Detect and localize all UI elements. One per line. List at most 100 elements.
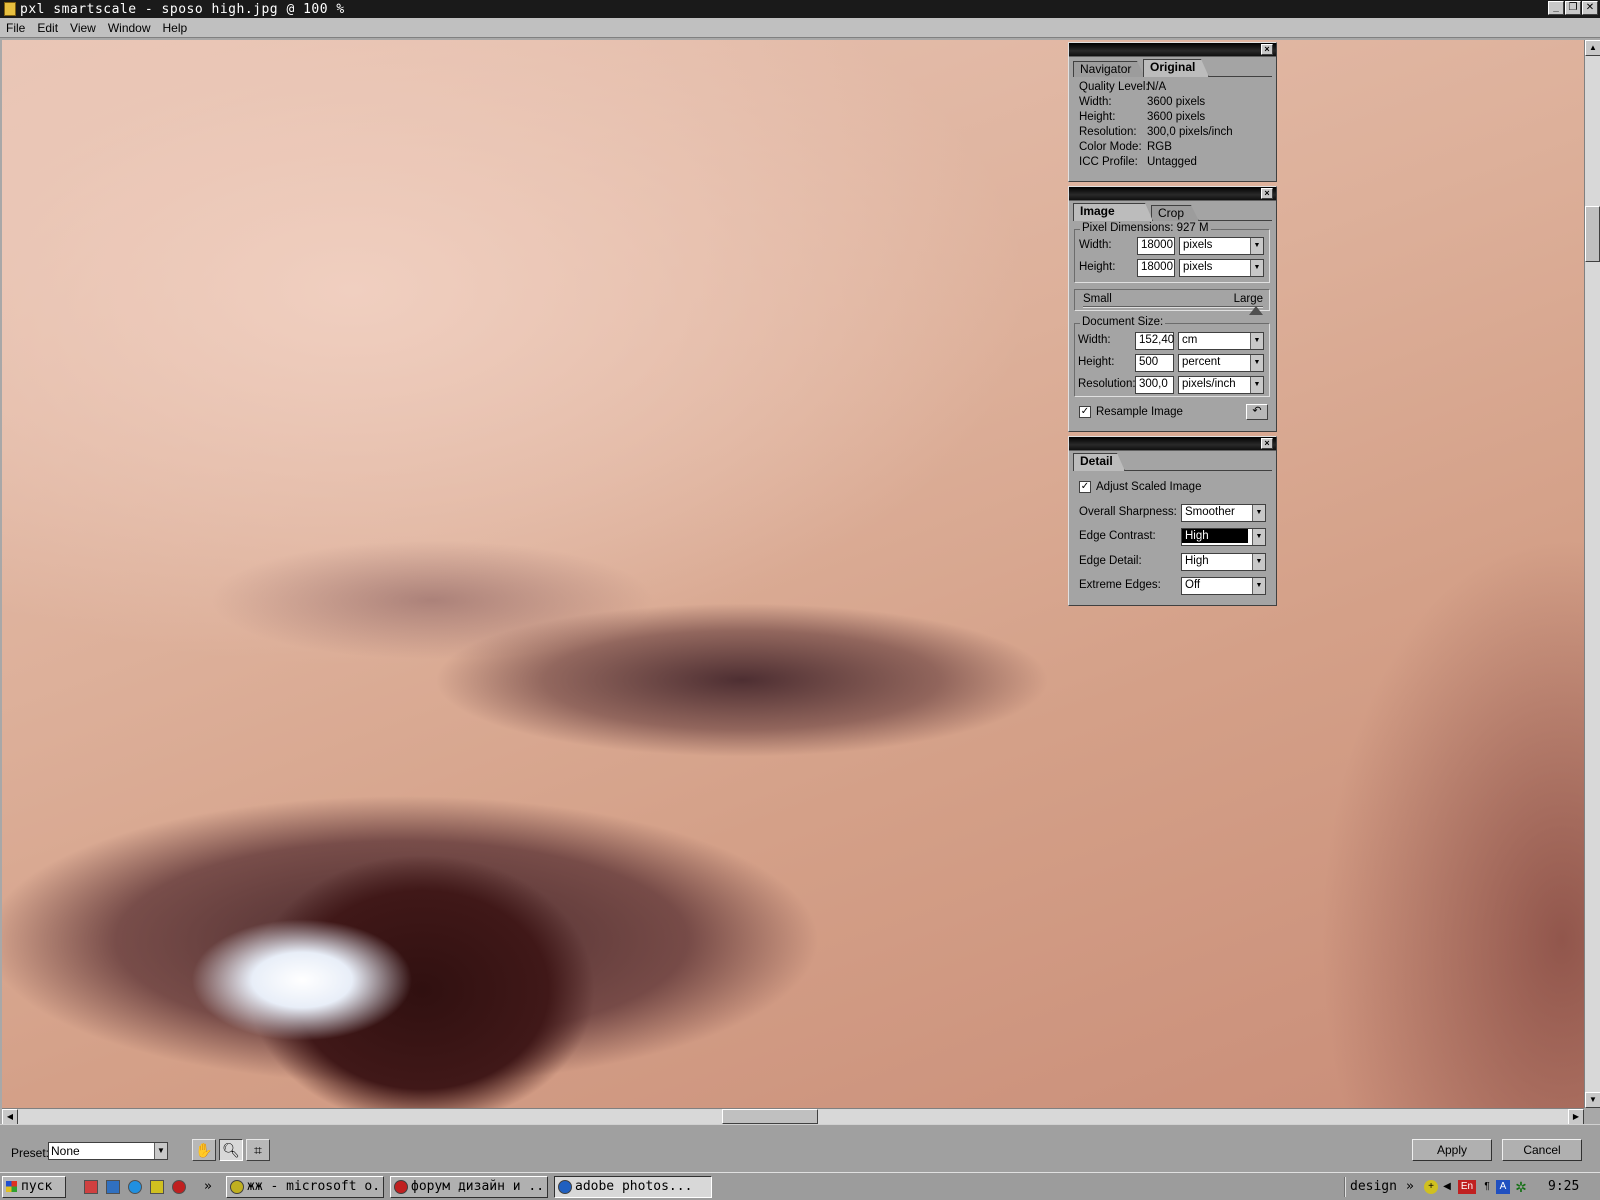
tray-label: design [1350, 1179, 1397, 1194]
crop-tool-button[interactable]: ⌗ [246, 1139, 270, 1161]
opera-icon[interactable] [172, 1180, 186, 1194]
tab-image-size[interactable]: Image Size [1073, 203, 1153, 221]
doc-resolution-field[interactable]: 300,0 [1135, 376, 1174, 394]
extreme-edges-select[interactable]: Off ▼ [1181, 577, 1266, 595]
panel-header[interactable]: × [1069, 437, 1276, 451]
vertical-scroll-thumb[interactable] [1585, 206, 1600, 262]
restore-button[interactable]: ❐ [1565, 1, 1581, 15]
start-button[interactable]: пуск [2, 1176, 66, 1198]
menu-edit[interactable]: Edit [31, 21, 64, 35]
image-canvas[interactable] [2, 40, 1584, 1108]
scroll-left-arrow[interactable]: ◀ [2, 1109, 18, 1125]
panel-close-button[interactable]: × [1261, 438, 1273, 449]
edge-contrast-label: Edge Contrast: [1079, 530, 1156, 542]
task-button-1[interactable]: жж - microsoft o... [226, 1176, 384, 1198]
quicklaunch-icon-1[interactable] [84, 1180, 98, 1194]
scroll-down-arrow[interactable]: ▼ [1585, 1092, 1600, 1108]
task-icon [394, 1180, 408, 1194]
chevron-right-icon[interactable]: » [1406, 1179, 1414, 1194]
extreme-edges-label: Extreme Edges: [1079, 579, 1161, 591]
tab-detail[interactable]: Detail [1073, 453, 1125, 471]
task-icon [558, 1180, 572, 1194]
px-width-label: Width: [1079, 239, 1112, 251]
menu-file[interactable]: File [0, 21, 31, 35]
horizontal-scrollbar[interactable]: ◀ ▶ [2, 1108, 1584, 1125]
menu-bar: File Edit View Window Help [0, 18, 1600, 38]
document-size-group: Document Size: Width: 152,40 cm ▼ Height… [1074, 316, 1270, 397]
hand-tool-icon: ✋ [195, 1142, 213, 1158]
doc-height-unit-select[interactable]: percent ▼ [1178, 354, 1264, 372]
chevron-down-icon: ▼ [154, 1143, 167, 1159]
size-slider-thumb[interactable] [1248, 306, 1263, 315]
window-controls: _ ❐ ✕ [1548, 1, 1598, 15]
overall-sharpness-select[interactable]: Smoother ▼ [1181, 504, 1266, 522]
detail-panel: × Detail ✓ Adjust Scaled Image Overall S… [1068, 436, 1277, 606]
vertical-scrollbar[interactable]: ▲ ▼ [1584, 40, 1600, 1108]
ie-icon[interactable] [128, 1180, 142, 1194]
apply-button[interactable]: Apply [1412, 1139, 1492, 1161]
edge-detail-select[interactable]: High ▼ [1181, 553, 1266, 571]
tray-icon-3[interactable]: A [1496, 1180, 1510, 1194]
original-panel: × Navigator Original Quality Level: N/A … [1068, 42, 1277, 182]
task-button-2[interactable]: форум дизайн и ... [390, 1176, 548, 1198]
zoom-tool-button[interactable]: 🔍︎ [219, 1139, 243, 1161]
resample-checkbox[interactable]: ✓ [1079, 406, 1091, 418]
image-size-panel: × Image Size Crop Pixel Dimensions: 927 … [1068, 186, 1277, 432]
chevron-right-icon[interactable]: » [204, 1179, 212, 1194]
chevron-down-icon: ▼ [1252, 554, 1265, 570]
tab-navigator[interactable]: Navigator [1073, 61, 1145, 77]
doc-height-field[interactable]: 500 [1135, 354, 1174, 372]
language-indicator[interactable]: En [1458, 1180, 1476, 1194]
size-slider-track[interactable] [1083, 306, 1263, 308]
minimize-button[interactable]: _ [1548, 1, 1564, 15]
adjust-scaled-label: Adjust Scaled Image [1096, 481, 1202, 493]
quicklaunch-icon-4[interactable] [150, 1180, 164, 1194]
window-title: pxl smartscale - sposo high.jpg @ 100 % [20, 1, 345, 17]
image-size-panel-tabs: Image Size Crop [1073, 203, 1272, 221]
quicklaunch-icon-2[interactable] [106, 1180, 120, 1194]
size-slider-group: Small Large [1074, 289, 1270, 315]
chevron-down-icon: ▼ [1252, 578, 1265, 594]
chevron-down-icon: ▼ [1250, 333, 1263, 349]
tray-icon-4[interactable]: ✲ [1514, 1180, 1528, 1194]
scroll-right-arrow[interactable]: ▶ [1568, 1109, 1584, 1125]
clock: 9:25 [1548, 1179, 1580, 1194]
doc-resolution-unit-select[interactable]: pixels/inch ▼ [1178, 376, 1264, 394]
doc-height-label: Height: [1078, 356, 1115, 368]
panel-header[interactable]: × [1069, 187, 1276, 201]
tray-icon-1[interactable]: + [1424, 1180, 1438, 1194]
tab-original[interactable]: Original [1143, 59, 1209, 77]
pixel-dimensions-label: Pixel Dimensions: 927 M [1080, 222, 1211, 234]
hand-tool-button[interactable]: ✋ [192, 1139, 216, 1161]
task-button-3[interactable]: adobe photos... [554, 1176, 712, 1198]
panel-close-button[interactable]: × [1261, 188, 1273, 199]
horizontal-scroll-thumb[interactable] [722, 1109, 818, 1124]
preset-select[interactable]: None ▼ [48, 1142, 168, 1160]
panel-close-button[interactable]: × [1261, 44, 1273, 55]
undo-icon: ↶ [1252, 405, 1262, 417]
menu-view[interactable]: View [64, 21, 102, 35]
px-width-unit-select[interactable]: pixels ▼ [1179, 237, 1264, 255]
tab-crop[interactable]: Crop [1151, 205, 1199, 221]
menu-help[interactable]: Help [157, 21, 194, 35]
speaker-icon[interactable]: ◀ [1440, 1180, 1454, 1194]
tray-icon-2[interactable]: ¶ [1480, 1180, 1494, 1194]
reset-button[interactable]: ↶ [1246, 404, 1268, 420]
slider-small-label: Small [1083, 293, 1112, 305]
adjust-scaled-checkbox[interactable]: ✓ [1079, 481, 1091, 493]
px-height-field[interactable]: 18000 [1137, 259, 1175, 277]
chevron-down-icon: ▼ [1250, 260, 1263, 276]
app-icon [4, 2, 16, 16]
scroll-up-arrow[interactable]: ▲ [1585, 40, 1600, 56]
panel-header[interactable]: × [1069, 43, 1276, 57]
doc-width-unit-select[interactable]: cm ▼ [1178, 332, 1264, 350]
doc-width-field[interactable]: 152,40 [1135, 332, 1174, 350]
close-button[interactable]: ✕ [1582, 1, 1598, 15]
menu-window[interactable]: Window [102, 21, 157, 35]
taskbar: пуск » жж - microsoft o... форум дизайн … [0, 1172, 1600, 1200]
px-height-unit-select[interactable]: pixels ▼ [1179, 259, 1264, 277]
edge-contrast-select[interactable]: High ▼ [1181, 528, 1266, 546]
edge-detail-label: Edge Detail: [1079, 555, 1142, 567]
px-width-field[interactable]: 18000 [1137, 237, 1175, 255]
cancel-button[interactable]: Cancel [1502, 1139, 1582, 1161]
